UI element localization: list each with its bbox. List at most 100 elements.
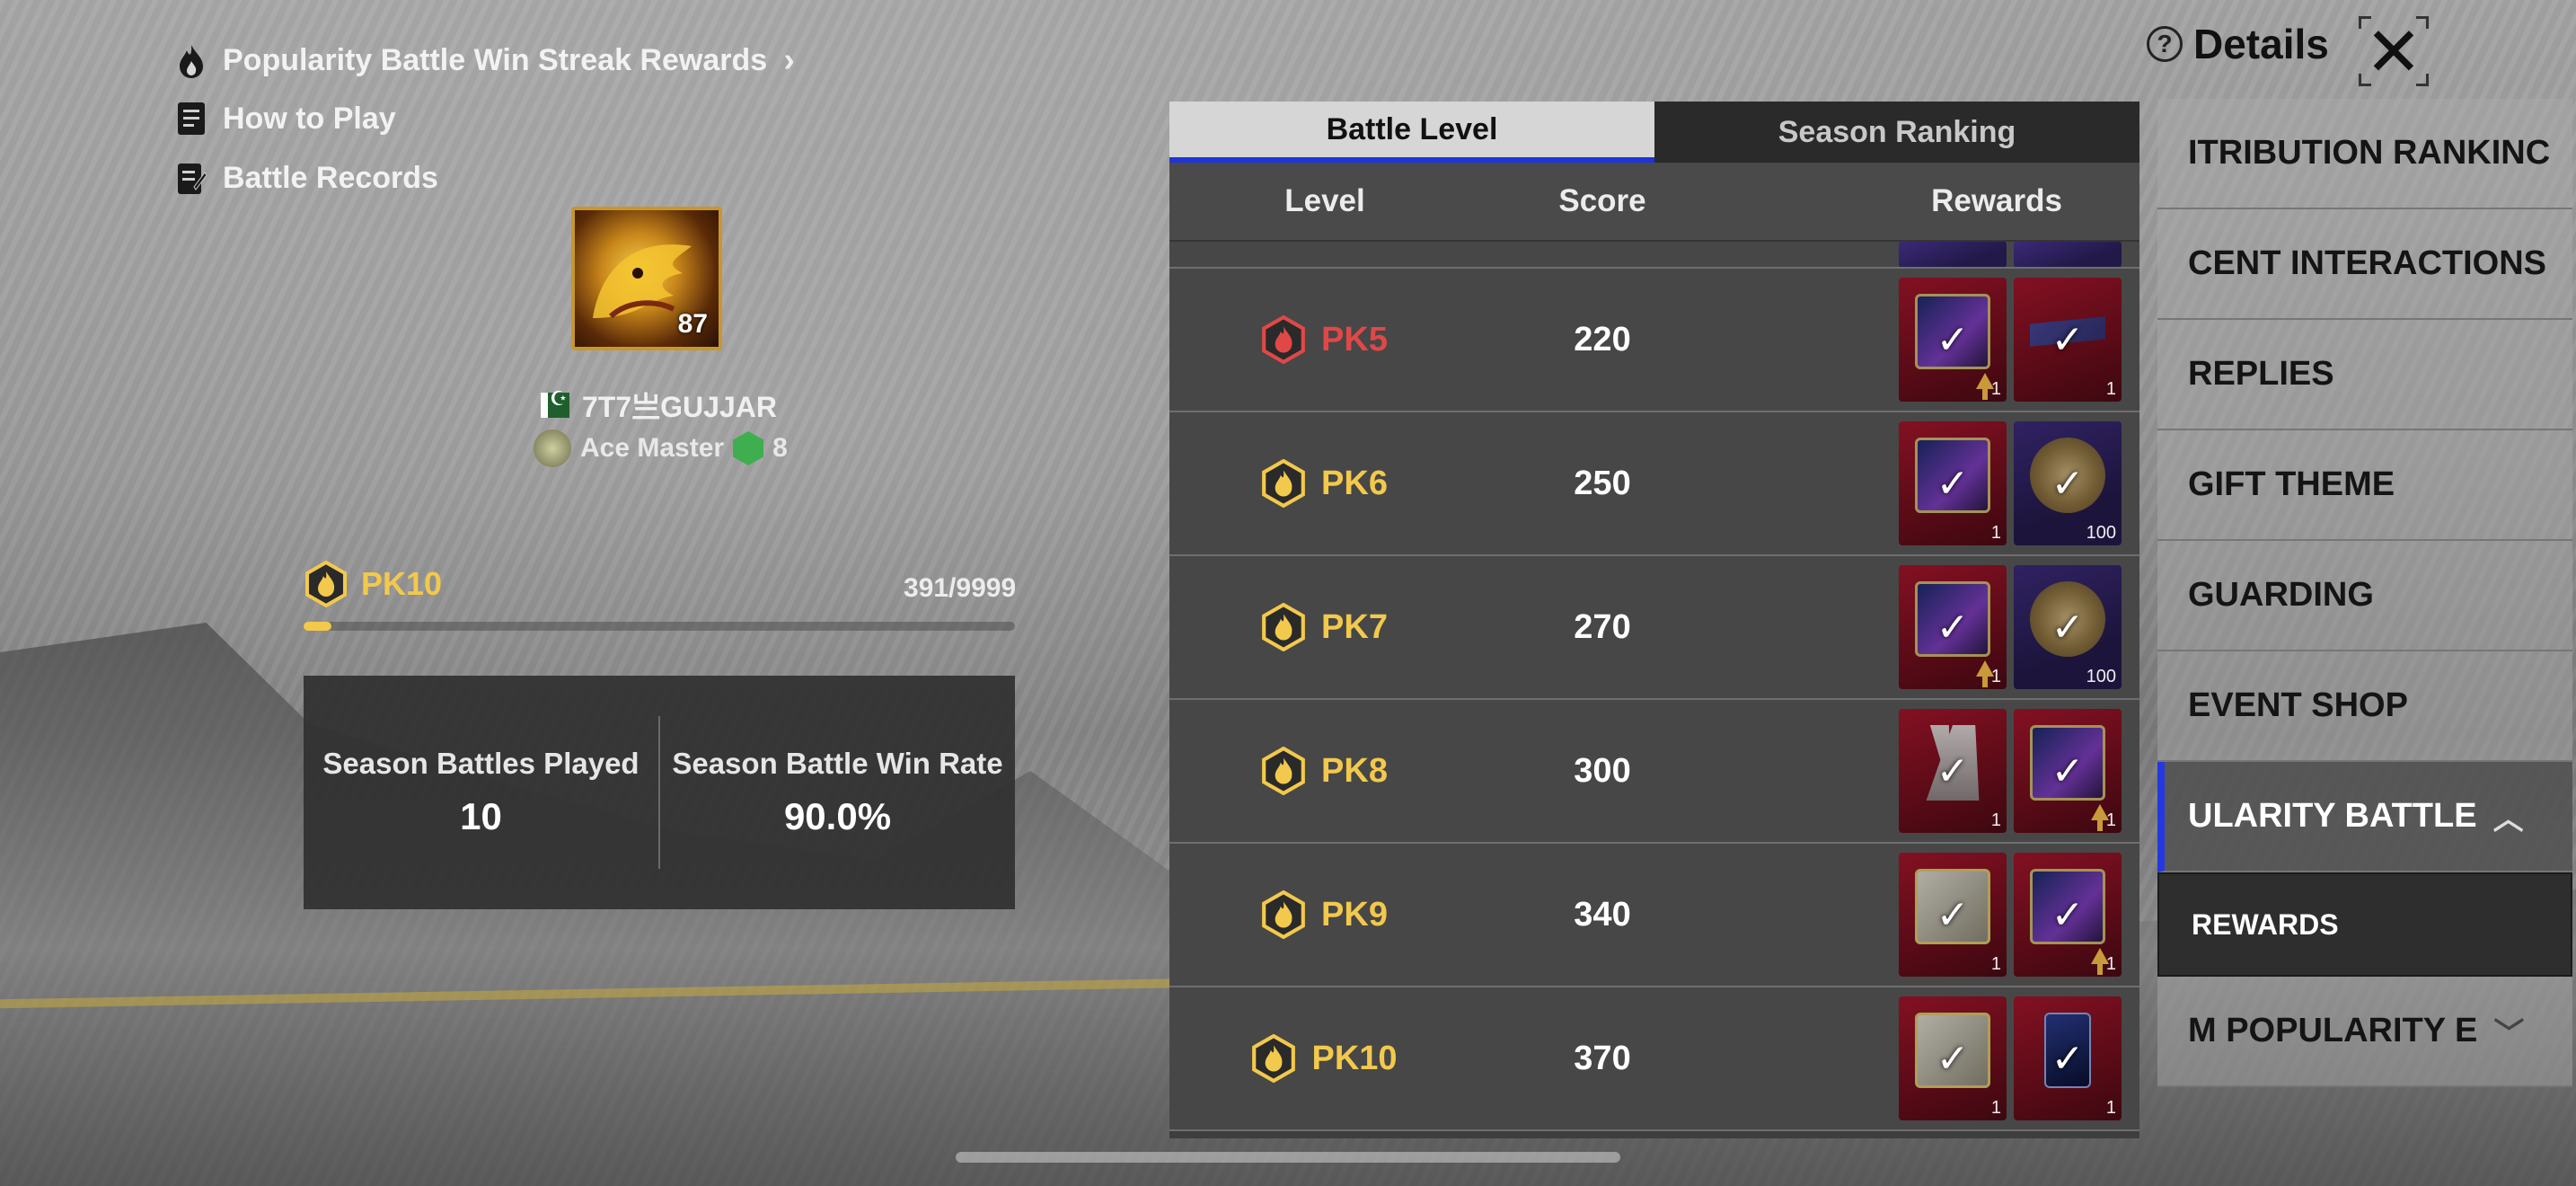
reward-item[interactable]: ✓ 1	[1899, 709, 2007, 833]
chevron-up-icon: ︿	[2492, 802, 2524, 836]
ace-master-badge-icon	[534, 429, 571, 467]
table-row-partial	[1169, 242, 2139, 269]
row-rewards: ✓ 1 ✓ 1	[1725, 996, 2139, 1120]
table-header: Level Score Rewards	[1169, 163, 2139, 242]
level-progress-text: 391/9999	[904, 573, 1017, 603]
reward-quantity: 1	[2105, 1098, 2116, 1118]
corner-decoration	[2416, 74, 2429, 86]
document-icon	[178, 102, 205, 135]
menu-item[interactable]: ULARITY BATTLE ︿	[2157, 762, 2572, 872]
row-score: 270	[1574, 607, 1631, 646]
records-icon	[178, 164, 207, 194]
help-icon: ?	[2147, 26, 2183, 62]
table-row[interactable]: PK8 300 ✓ 1 ✓ 1	[1169, 700, 2139, 844]
pk-gold-badge-icon	[305, 561, 347, 607]
reward-item[interactable]: ✓ 1	[2014, 709, 2122, 833]
avatar[interactable]: 87	[571, 207, 722, 350]
menu-item[interactable]: M POPULARITY E ﹀	[2157, 977, 2572, 1087]
corner-decoration	[2416, 16, 2429, 29]
corner-decoration	[2359, 16, 2371, 29]
row-rewards: ✓ 1 ✓ 100	[1725, 565, 2139, 689]
menu-item-label: ITRIBUTION RANKINC	[2188, 134, 2551, 172]
column-rewards: Rewards	[1931, 183, 2062, 218]
table-row[interactable]: PK5 220 ✓ 1 ✓ 1	[1169, 269, 2139, 412]
level-table[interactable]: PK5 220 ✓ 1 ✓ 1 PK6 250 ✓ 1 ✓ 100 PK7 27…	[1169, 242, 2139, 1131]
win-rate-stat: Season Battle Win Rate 90.0%	[660, 747, 1015, 838]
row-level: PK6	[1169, 459, 1480, 508]
row-score: 300	[1574, 751, 1631, 790]
menu-item[interactable]: CENT INTERACTIONS	[2157, 209, 2572, 320]
reward-quantity: 1	[2105, 379, 2116, 399]
table-row[interactable]: PK6 250 ✓ 1 ✓ 100	[1169, 412, 2139, 556]
menu-item[interactable]: EVENT SHOP	[2157, 651, 2572, 762]
battle-records-link[interactable]: Battle Records	[176, 160, 438, 196]
row-score: 220	[1574, 320, 1631, 358]
reward-quantity: 1	[1990, 667, 2001, 686]
row-level-label: PK5	[1321, 320, 1388, 358]
reward-item[interactable]: ✓ 1	[2014, 996, 2122, 1120]
reward-quantity: 1	[2105, 954, 2116, 974]
row-level: PK8	[1169, 747, 1480, 795]
season-stats-box: Season Battles Played 10 Season Battle W…	[304, 676, 1015, 909]
current-level-label: PK10	[361, 565, 443, 602]
win-streak-rewards-link[interactable]: Popularity Battle Win Streak Rewards ›	[176, 41, 795, 80]
pk-badge-icon	[1262, 459, 1305, 508]
reward-item-partial	[1899, 242, 2007, 267]
row-rewards: ✓ 1 ✓ 1	[1725, 278, 2139, 402]
battles-played-label: Season Battles Played	[322, 747, 640, 780]
close-icon: ✕	[2365, 13, 2422, 91]
row-rewards: ✓ 1 ✓ 1	[1725, 709, 2139, 833]
tier-number: 8	[772, 433, 788, 463]
row-rewards: ✓ 1 ✓ 1	[1725, 853, 2139, 977]
row-level: PK5	[1169, 315, 1480, 364]
details-header[interactable]: ? Details	[2147, 20, 2329, 68]
reward-quantity: 1	[1990, 1098, 2001, 1118]
row-rewards: ✓ 1 ✓ 100	[1725, 421, 2139, 545]
menu-item[interactable]: REPLIES	[2157, 320, 2572, 430]
reward-item[interactable]: ✓ 1	[2014, 278, 2122, 402]
win-rate-value: 90.0%	[783, 795, 892, 837]
reward-item[interactable]: ✓ 1	[1899, 421, 2007, 545]
reward-item[interactable]: ✓ 100	[2014, 421, 2122, 545]
reward-item[interactable]: ✓ 100	[2014, 565, 2122, 689]
tier-leaf-icon	[733, 431, 764, 465]
menu-item[interactable]: GIFT THEME	[2157, 430, 2572, 541]
tab-season-ranking[interactable]: Season Ranking	[1654, 102, 2139, 163]
menu-item-label: CENT INTERACTIONS	[2188, 244, 2546, 282]
reward-item[interactable]: ✓ 1	[2014, 853, 2122, 977]
reward-item[interactable]: ✓ 1	[1899, 565, 2007, 689]
table-row[interactable]: PK7 270 ✓ 1 ✓ 100	[1169, 556, 2139, 700]
how-to-play-link[interactable]: How to Play	[176, 101, 396, 137]
reward-quantity: 1	[2105, 810, 2116, 830]
reward-item[interactable]: ✓ 1	[1899, 996, 2007, 1120]
reward-item[interactable]: ✓ 1	[1899, 278, 2007, 402]
table-row[interactable]: PK9 340 ✓ 1 ✓ 1	[1169, 844, 2139, 987]
pakistan-flag-icon	[541, 387, 569, 418]
reward-quantity: 1	[1990, 810, 2001, 830]
row-level-label: PK7	[1321, 607, 1388, 646]
chevron-down-icon: ﹀	[2493, 1017, 2525, 1051]
reward-item[interactable]: ✓ 1	[1899, 853, 2007, 977]
win-streak-label: Popularity Battle Win Streak Rewards	[223, 43, 768, 77]
menu-item[interactable]: ITRIBUTION RANKINC	[2157, 99, 2572, 209]
reward-quantity: 1	[1990, 954, 2001, 974]
details-title: Details	[2193, 21, 2329, 67]
close-button[interactable]: ✕	[2359, 14, 2429, 91]
current-level: PK10	[305, 561, 442, 607]
battles-played-stat: Season Battles Played 10	[304, 747, 658, 838]
menu-item-label: REWARDS	[2192, 907, 2339, 941]
pk-badge-icon	[1262, 315, 1305, 364]
pk-badge-icon	[1262, 890, 1305, 939]
row-level-label: PK6	[1321, 464, 1388, 502]
tab-battle-level[interactable]: Battle Level	[1169, 102, 1654, 163]
table-row[interactable]: PK10 370 ✓ 1 ✓ 1	[1169, 987, 2139, 1131]
tier-label: Ace Master	[580, 433, 725, 463]
home-indicator[interactable]	[956, 1152, 1620, 1163]
chevron-right-icon: ›	[783, 41, 795, 79]
pk-badge-icon	[1262, 603, 1305, 651]
how-to-play-label: How to Play	[223, 101, 396, 136]
menu-item[interactable]: GUARDING	[2157, 541, 2572, 651]
submenu-item-rewards[interactable]: REWARDS	[2157, 872, 2572, 977]
row-level: PK7	[1169, 603, 1480, 651]
menu-item-label: GUARDING	[2188, 576, 2374, 614]
